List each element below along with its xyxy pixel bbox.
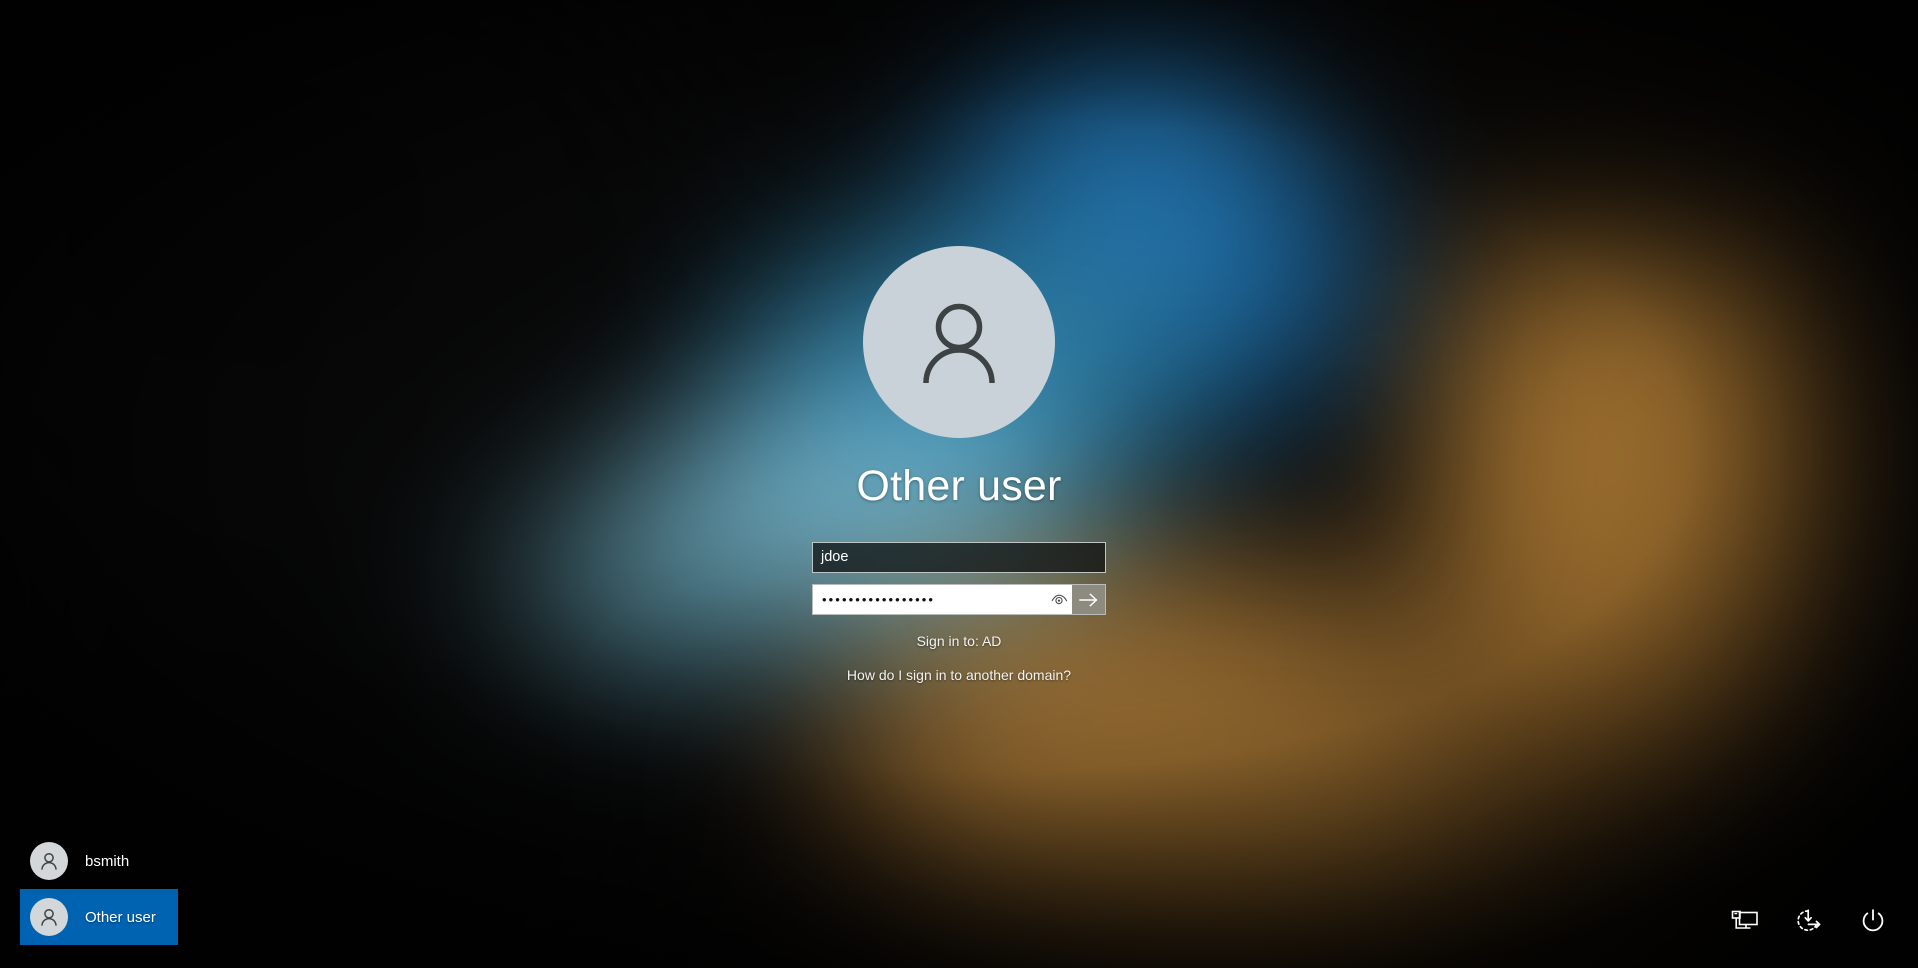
user-tile-label: bsmith: [85, 852, 130, 870]
username-input[interactable]: jdoe: [812, 542, 1106, 574]
lock-screen: Other user jdoe ••••••••••••••••• Sign i…: [0, 0, 1918, 968]
network-icon[interactable]: [1722, 898, 1768, 944]
person-avatar-icon: [30, 842, 68, 880]
power-icon[interactable]: [1850, 898, 1896, 944]
user-switcher-list: bsmith Other user: [20, 833, 178, 945]
page-title: Other user: [856, 462, 1062, 510]
wallpaper-blob-dark-topright: [1240, 0, 1918, 260]
password-value: •••••••••••••••••: [822, 593, 936, 607]
system-tray: [1722, 898, 1896, 944]
user-tile-other-user[interactable]: Other user: [20, 889, 178, 945]
person-avatar-icon: [30, 898, 68, 936]
domain-help-link[interactable]: How do I sign in to another domain?: [847, 667, 1071, 683]
credential-fields: jdoe •••••••••••••••••: [812, 542, 1106, 616]
person-avatar-icon: [863, 246, 1055, 438]
eye-reveal-icon[interactable]: [1046, 585, 1072, 615]
wallpaper-blob-amber-low: [1050, 700, 1670, 968]
submit-button[interactable]: [1072, 585, 1105, 615]
signin-panel: Other user jdoe ••••••••••••••••• Sign i…: [0, 246, 1918, 683]
password-input[interactable]: •••••••••••••••••: [813, 585, 1046, 615]
username-value: jdoe: [821, 549, 849, 566]
sign-in-to-label: Sign in to: AD: [916, 633, 1002, 650]
password-row: •••••••••••••••••: [812, 584, 1106, 616]
user-tile-label: Other user: [85, 908, 156, 926]
ease-of-access-icon[interactable]: [1786, 898, 1832, 944]
user-tile-bsmith[interactable]: bsmith: [20, 833, 178, 889]
